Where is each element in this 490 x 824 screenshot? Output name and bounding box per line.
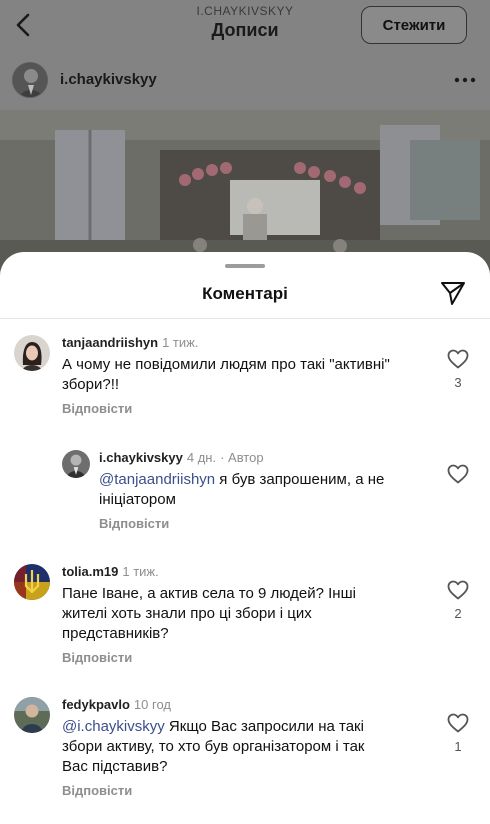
- comment-text: @i.chaykivskyy Якщо Вас запросили на так…: [62, 717, 392, 777]
- comment-meta: tanjaandriishyn 1 тиж.: [62, 335, 198, 350]
- person-avatar-icon: [62, 450, 90, 478]
- comment-time: 1 тиж.: [122, 564, 159, 579]
- like-control: 2: [447, 580, 469, 621]
- sheet-drag-handle[interactable]: [225, 264, 265, 268]
- comment-username[interactable]: fedykpavlo: [62, 697, 130, 712]
- comment-meta: tolia.m19 1 тиж.: [62, 564, 159, 579]
- heart-icon[interactable]: [447, 580, 469, 600]
- comment-username[interactable]: tanjaandriishyn: [62, 335, 158, 350]
- comment-text: Пане Іване, а актив села то 9 людей? Інш…: [62, 585, 356, 642]
- heart-icon[interactable]: [447, 464, 469, 484]
- more-horizontal-icon[interactable]: [452, 70, 478, 90]
- reply-button[interactable]: Відповісти: [62, 783, 132, 798]
- comment-meta: fedykpavlo 10 год: [62, 697, 171, 712]
- avatar[interactable]: [12, 62, 48, 98]
- like-control: [447, 464, 469, 484]
- like-control: 3: [447, 349, 469, 390]
- trident-avatar-icon: [14, 564, 50, 600]
- comment-username[interactable]: tolia.m19: [62, 564, 118, 579]
- divider: [0, 318, 490, 319]
- comment-meta: i.chaykivskyy 4 дн. · Автор: [99, 450, 264, 465]
- post-header: i.chaykivskyy: [0, 54, 490, 110]
- comment-username[interactable]: i.chaykivskyy: [99, 450, 183, 465]
- avatar[interactable]: [62, 450, 90, 478]
- avatar[interactable]: [14, 564, 50, 600]
- comment-time: 1 тиж.: [162, 335, 199, 350]
- comments-title: Коментарі: [202, 284, 288, 303]
- heart-icon[interactable]: [447, 349, 469, 369]
- heart-icon[interactable]: [447, 713, 469, 733]
- avatar[interactable]: [14, 697, 50, 733]
- follow-button[interactable]: Стежити: [361, 6, 467, 44]
- classroom-photo: [0, 110, 490, 270]
- person-avatar-icon: [14, 697, 50, 733]
- mention-link[interactable]: @tanjaandriishyn: [99, 471, 215, 488]
- send-icon[interactable]: [440, 280, 466, 306]
- comment-text: А чому не повідомили людям про такі "акт…: [62, 356, 390, 393]
- comment-time: 10 год: [133, 697, 171, 712]
- post-image[interactable]: [0, 110, 490, 270]
- comment-text: @tanjaandriishyn я був запрошеним, а не …: [99, 470, 419, 510]
- avatar[interactable]: [14, 335, 50, 371]
- reply-button[interactable]: Відповісти: [99, 516, 169, 531]
- comment-item: fedykpavlo 10 год @i.chaykivskyy Якщо Вас…: [14, 697, 476, 802]
- author-badge: · Автор: [220, 450, 264, 465]
- post-author-name[interactable]: i.chaykivskyy: [60, 71, 157, 88]
- comment-item-reply: i.chaykivskyy 4 дн. · Автор @tanjaandriish…: [62, 450, 476, 535]
- person-avatar-icon: [14, 335, 50, 371]
- reply-button[interactable]: Відповісти: [62, 650, 132, 665]
- like-count: 2: [454, 606, 462, 621]
- comment-item: tanjaandriishyn 1 тиж. А чому не повідоми…: [14, 335, 476, 425]
- person-avatar-icon: [13, 63, 47, 97]
- comment-item: tolia.m19 1 тиж. Пане Іване, а актив села…: [14, 564, 476, 669]
- like-count: 1: [454, 739, 462, 754]
- reply-button[interactable]: Відповісти: [62, 401, 132, 416]
- comment-time: 4 дн.: [186, 450, 217, 465]
- top-bar: I.CHAYKIVSKYY Дописи Стежити: [0, 0, 490, 54]
- comments-sheet: Коментарі tanjaandriishyn 1 тиж. А чому н…: [0, 252, 490, 824]
- like-count: 3: [454, 375, 462, 390]
- like-control: 1: [447, 713, 469, 754]
- mention-link[interactable]: @i.chaykivskyy: [62, 718, 165, 735]
